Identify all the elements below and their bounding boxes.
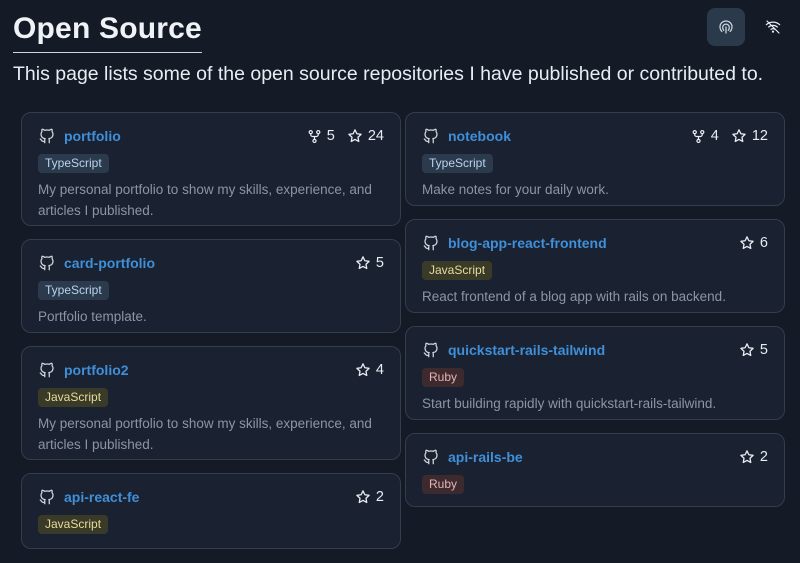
repo-description: Make notes for your daily work. xyxy=(422,182,609,197)
repo-link-card-portfolio[interactable]: card-portfolio xyxy=(64,255,155,271)
repo-card-blog-app-react-frontend[interactable]: blog-app-react-frontend 6 JavaScript Rea… xyxy=(405,219,785,313)
star-count: 2 xyxy=(739,449,768,465)
repo-description: My personal portfolio to show my skills,… xyxy=(38,182,372,218)
repo-stats: 5 24 xyxy=(307,128,384,144)
star-count: 4 xyxy=(355,362,384,378)
repo-stats: 6 xyxy=(739,235,768,251)
star-count: 5 xyxy=(739,342,768,358)
repo-stats: 2 xyxy=(355,489,384,505)
language-badge: TypeScript xyxy=(422,154,493,173)
repo-card-portfolio2[interactable]: portfolio2 4 JavaScript My personal port… xyxy=(21,346,401,460)
repo-link-api-rails-be[interactable]: api-rails-be xyxy=(448,449,523,465)
star-icon xyxy=(740,450,754,464)
repo-card-card-portfolio[interactable]: card-portfolio 5 TypeScript Portfolio te… xyxy=(21,239,401,333)
github-icon xyxy=(422,448,440,466)
repo-description: My personal portfolio to show my skills,… xyxy=(38,416,372,452)
github-icon xyxy=(38,361,56,379)
repo-card-header: api-react-fe 2 xyxy=(38,487,384,507)
github-icon xyxy=(422,127,440,145)
language-badge: JavaScript xyxy=(422,261,493,280)
github-icon xyxy=(38,127,56,145)
repo-card-header: blog-app-react-frontend 6 xyxy=(422,233,768,253)
theme-toggle-button[interactable] xyxy=(707,8,745,46)
repo-card-api-react-fe[interactable]: api-react-fe 2 JavaScript xyxy=(21,473,401,549)
star-count: 6 xyxy=(739,235,768,251)
star-icon xyxy=(740,236,754,250)
page-subtitle: This page lists some of the open source … xyxy=(13,63,764,85)
github-icon xyxy=(38,488,56,506)
wifi-off-icon xyxy=(765,20,781,34)
repo-card-api-rails-be[interactable]: api-rails-be 2 Ruby xyxy=(405,433,785,507)
fork-icon xyxy=(692,129,705,143)
repo-card-header: portfolio 5 24 xyxy=(38,126,384,146)
connection-status-button[interactable] xyxy=(760,14,786,40)
fork-count: 5 xyxy=(307,128,335,144)
language-badge: Ruby xyxy=(422,368,465,387)
repo-card-header: quickstart-rails-tailwind 5 xyxy=(422,340,768,360)
star-icon xyxy=(356,363,370,377)
repo-link-blog-app-react-frontend[interactable]: blog-app-react-frontend xyxy=(448,235,607,251)
star-count: 2 xyxy=(355,489,384,505)
fingerprint-icon xyxy=(719,20,733,34)
repo-card-header: card-portfolio 5 xyxy=(38,253,384,273)
star-icon xyxy=(348,129,362,143)
repo-card-quickstart-rails-tailwind[interactable]: quickstart-rails-tailwind 5 Ruby Start b… xyxy=(405,326,785,420)
language-badge: Ruby xyxy=(422,475,465,494)
star-count: 5 xyxy=(355,255,384,271)
repo-description: Portfolio template. xyxy=(38,309,147,324)
repo-link-notebook[interactable]: notebook xyxy=(448,128,511,144)
language-badge: JavaScript xyxy=(38,388,109,407)
star-count: 24 xyxy=(347,128,384,144)
repo-description: React frontend of a blog app with rails … xyxy=(422,289,726,304)
repo-stats: 5 xyxy=(355,255,384,271)
language-badge: TypeScript xyxy=(38,154,109,173)
repo-link-quickstart-rails-tailwind[interactable]: quickstart-rails-tailwind xyxy=(448,342,605,358)
repo-card-header: notebook 4 12 xyxy=(422,126,768,146)
github-icon xyxy=(422,234,440,252)
repo-stats: 2 xyxy=(739,449,768,465)
fork-count: 4 xyxy=(691,128,719,144)
github-icon xyxy=(38,254,56,272)
star-icon xyxy=(356,256,370,270)
repo-stats: 4 12 xyxy=(691,128,768,144)
repo-card-portfolio[interactable]: portfolio 5 24 TypeScript My personal po… xyxy=(21,112,401,226)
page-title: Open Source xyxy=(13,12,202,53)
repo-stats: 4 xyxy=(355,362,384,378)
star-icon xyxy=(356,490,370,504)
fork-icon xyxy=(308,129,321,143)
repo-link-portfolio[interactable]: portfolio xyxy=(64,128,121,144)
star-count: 12 xyxy=(731,128,768,144)
repo-link-portfolio2[interactable]: portfolio2 xyxy=(64,362,129,378)
language-badge: JavaScript xyxy=(38,515,109,534)
repo-card-notebook[interactable]: notebook 4 12 TypeScript Make notes for … xyxy=(405,112,785,206)
language-badge: TypeScript xyxy=(38,281,109,300)
repo-description: Start building rapidly with quickstart-r… xyxy=(422,396,717,411)
star-icon xyxy=(732,129,746,143)
open-source-page: Open Source This page lists some of the … xyxy=(0,0,800,563)
github-icon xyxy=(422,341,440,359)
repo-stats: 5 xyxy=(739,342,768,358)
repo-card-header: api-rails-be 2 xyxy=(422,447,768,467)
star-icon xyxy=(740,343,754,357)
repo-link-api-react-fe[interactable]: api-react-fe xyxy=(64,489,139,505)
repo-card-header: portfolio2 4 xyxy=(38,360,384,380)
